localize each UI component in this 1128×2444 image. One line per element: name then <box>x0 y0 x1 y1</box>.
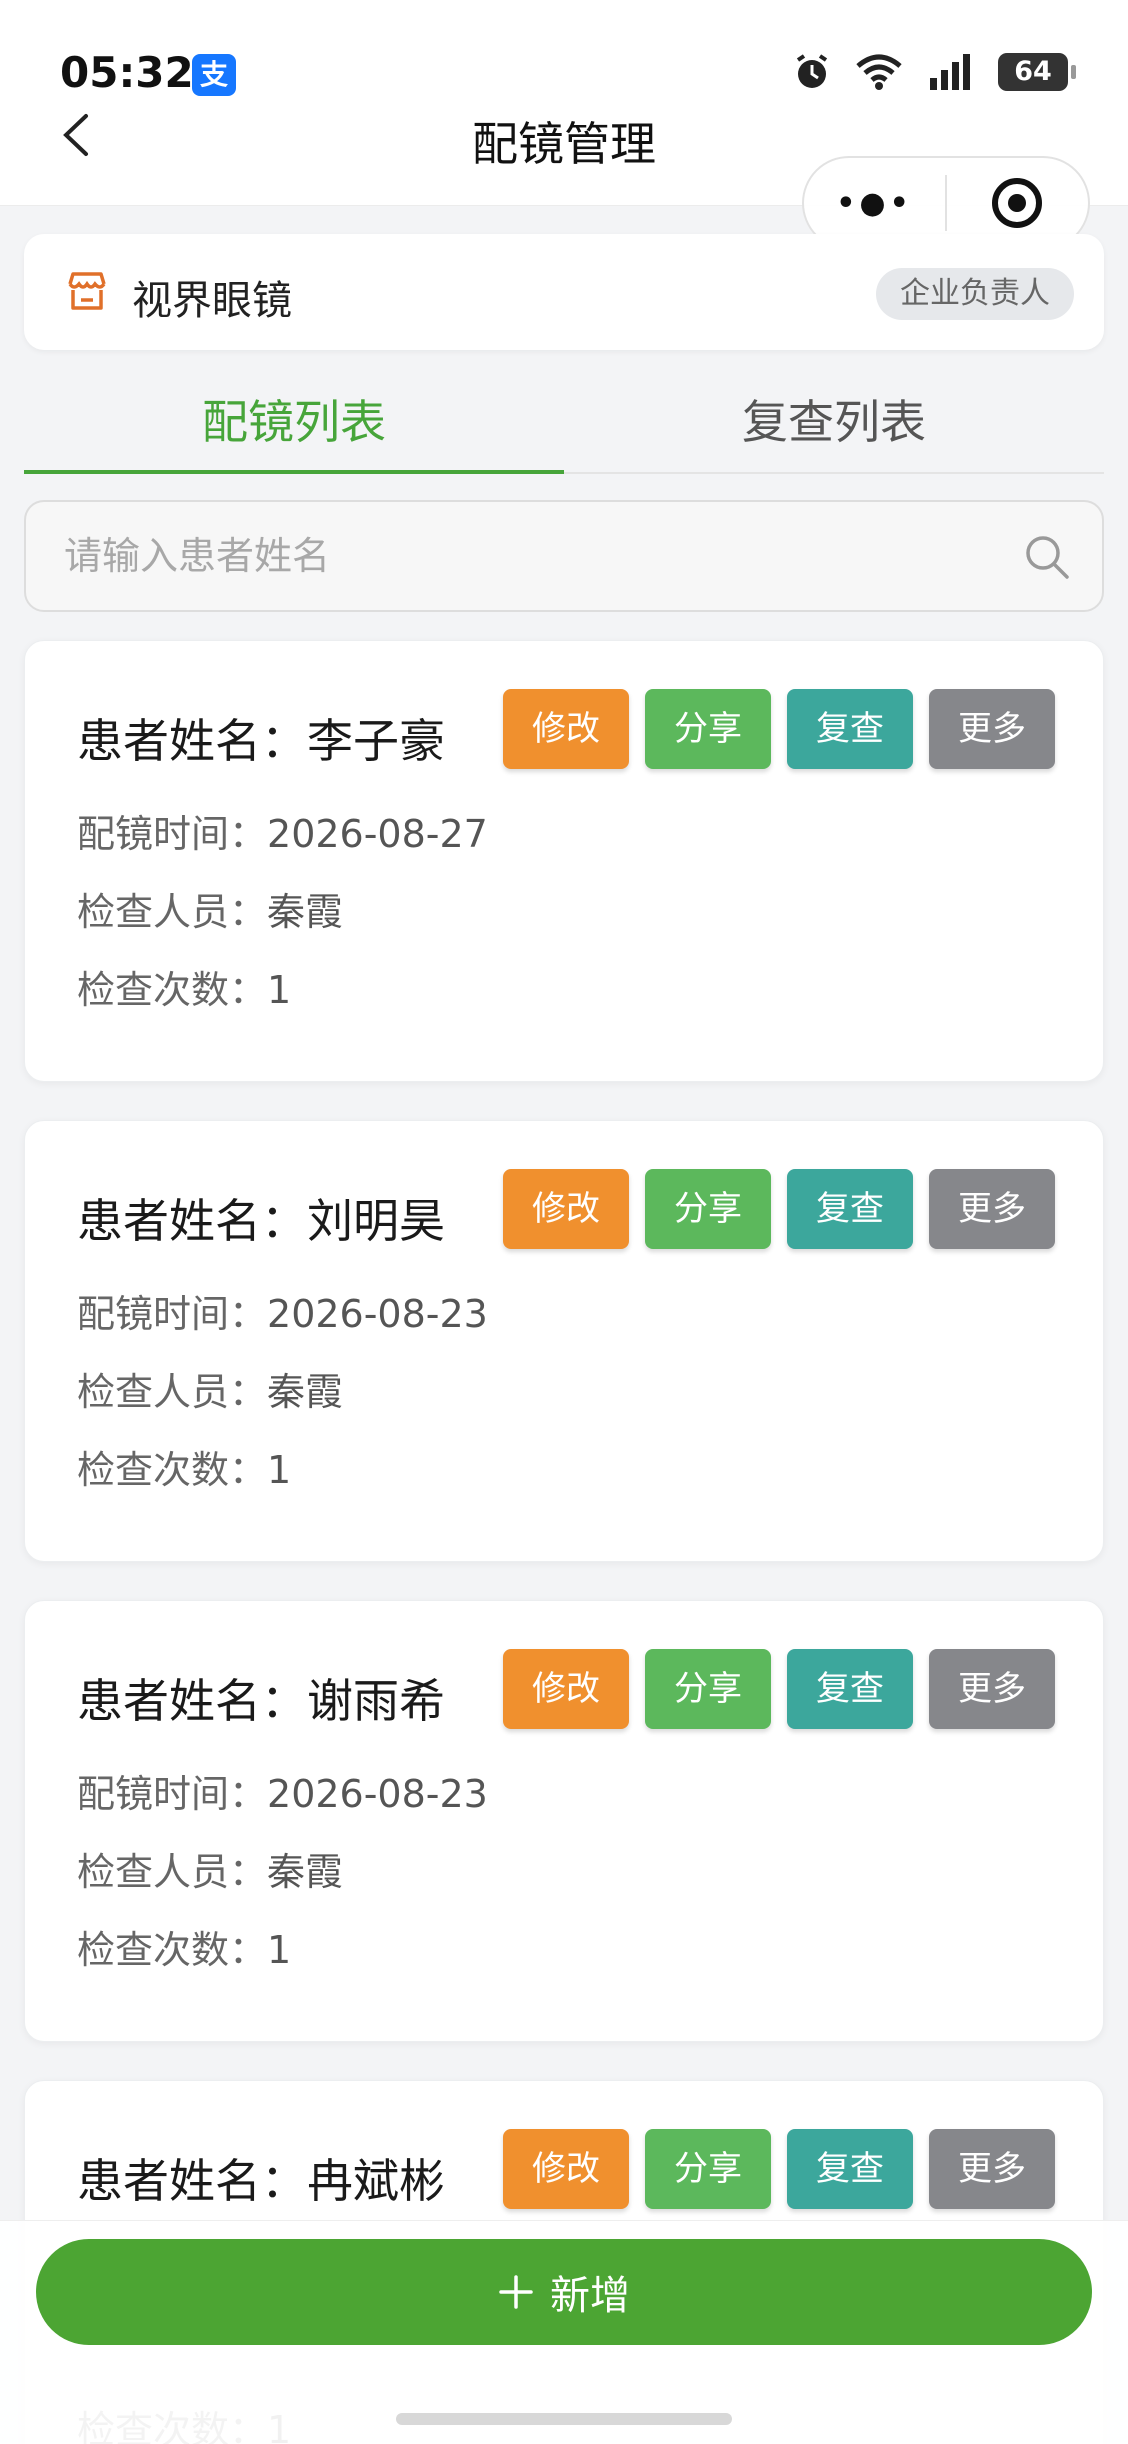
fitting-time-value: 2026-08-23 <box>267 1772 488 1816</box>
role-badge: 企业负责人 <box>876 268 1074 320</box>
inspection-count-value: 1 <box>267 1928 292 1972</box>
fitting-time: 配镜时间：2026-08-23 <box>77 1283 488 1338</box>
fitting-time-value: 2026-08-23 <box>267 1292 488 1336</box>
more-button[interactable]: 更多 <box>929 1649 1055 1729</box>
fitting-time-label: 配镜时间： <box>77 1772 268 1816</box>
tab-review-list[interactable]: 复查列表 <box>564 380 1104 474</box>
bottom-bar: 新增 <box>0 2220 1128 2444</box>
record-card[interactable]: 患者姓名：李子豪 修改 分享 复查 更多 配镜时间：2026-08-27 检查人… <box>24 640 1104 1082</box>
inspection-count-label: 检查次数： <box>77 1448 268 1492</box>
inspection-count: 检查次数：1 <box>77 959 291 1014</box>
record-card[interactable]: 患者姓名：谢雨希 修改 分享 复查 更多 配镜时间：2026-08-23 检查人… <box>24 1600 1104 2042</box>
fitting-time-label: 配镜时间： <box>77 1292 268 1336</box>
inspection-count-label: 检查次数： <box>77 968 268 1012</box>
search-input[interactable] <box>64 502 1004 610</box>
share-button[interactable]: 分享 <box>645 1649 771 1729</box>
fitting-time: 配镜时间：2026-08-23 <box>77 1763 488 1818</box>
inspector: 检查人员：秦霞 <box>77 1841 343 1896</box>
store-icon <box>68 272 106 310</box>
review-button[interactable]: 复查 <box>787 1169 913 1249</box>
inspection-count-value: 1 <box>267 968 292 1012</box>
inspection-count: 检查次数：1 <box>77 1919 291 1974</box>
inspector: 检查人员：秦霞 <box>77 1361 343 1416</box>
review-button[interactable]: 复查 <box>787 689 913 769</box>
fitting-time-value: 2026-08-27 <box>267 812 488 856</box>
record-card[interactable]: 患者姓名：刘明昊 修改 分享 复查 更多 配镜时间：2026-08-23 检查人… <box>24 1120 1104 1562</box>
action-buttons: 修改 分享 复查 更多 <box>503 1649 1055 1729</box>
more-button[interactable]: 更多 <box>929 1169 1055 1249</box>
inspector-value: 秦霞 <box>267 1850 344 1894</box>
share-button[interactable]: 分享 <box>645 689 771 769</box>
store-card: 视界眼镜 企业负责人 <box>24 234 1104 350</box>
fitting-time-label: 配镜时间： <box>77 812 268 856</box>
inspector-value: 秦霞 <box>267 890 344 934</box>
review-button[interactable]: 复查 <box>787 1649 913 1729</box>
edit-button[interactable]: 修改 <box>503 1649 629 1729</box>
wifi-icon <box>856 54 902 90</box>
inspection-count: 检查次数：1 <box>77 1439 291 1494</box>
search-box <box>24 500 1104 612</box>
tab-fitting-list[interactable]: 配镜列表 <box>24 380 564 474</box>
action-buttons: 修改 分享 复查 更多 <box>503 2129 1055 2209</box>
signal-icon <box>930 54 970 90</box>
share-button[interactable]: 分享 <box>645 1169 771 1249</box>
status-time: 05:32 <box>60 48 194 97</box>
plus-icon <box>499 2275 533 2309</box>
add-button-label: 新增 <box>550 2273 630 2319</box>
inspector-value: 秦霞 <box>267 1370 344 1414</box>
patient-name: 患者姓名：谢雨希 <box>77 1674 445 1728</box>
target-icon <box>992 178 1043 228</box>
battery-icon: 64 <box>998 53 1076 91</box>
inspector: 检查人员：秦霞 <box>77 881 343 936</box>
edit-button[interactable]: 修改 <box>503 2129 629 2209</box>
status-icons: 64 <box>792 52 1076 92</box>
search-icon[interactable] <box>1022 532 1072 582</box>
inspector-label: 检查人员： <box>77 890 268 934</box>
ellipsis-icon: •●• <box>836 185 913 221</box>
tab-bar: 配镜列表 复查列表 <box>24 380 1104 474</box>
edit-button[interactable]: 修改 <box>503 1169 629 1249</box>
review-button[interactable]: 复查 <box>787 2129 913 2209</box>
more-button[interactable]: 更多 <box>929 2129 1055 2209</box>
inspector-label: 检查人员： <box>77 1370 268 1414</box>
edit-button[interactable]: 修改 <box>503 689 629 769</box>
more-button[interactable]: 更多 <box>929 689 1055 769</box>
action-buttons: 修改 分享 复查 更多 <box>503 1169 1055 1249</box>
inspector-label: 检查人员： <box>77 1850 268 1894</box>
share-button[interactable]: 分享 <box>645 2129 771 2209</box>
patient-name: 患者姓名：刘明昊 <box>77 1194 445 1248</box>
patient-name: 患者姓名：李子豪 <box>77 714 445 768</box>
store-name: 视界眼镜 <box>132 278 292 324</box>
inspection-count-label: 检查次数： <box>77 1928 268 1972</box>
action-buttons: 修改 分享 复查 更多 <box>503 689 1055 769</box>
alipay-icon: 支 <box>192 54 236 96</box>
fitting-time: 配镜时间：2026-08-27 <box>77 803 488 858</box>
add-button[interactable]: 新增 <box>36 2239 1092 2345</box>
alarm-icon <box>796 54 828 88</box>
inspection-count-value: 1 <box>267 1448 292 1492</box>
home-indicator <box>396 2413 732 2425</box>
patient-name: 患者姓名：冉斌彬 <box>77 2154 445 2208</box>
